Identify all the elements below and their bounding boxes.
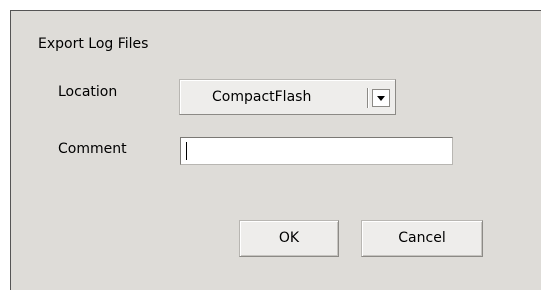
dropdown-separator xyxy=(367,88,368,108)
cancel-button[interactable]: Cancel xyxy=(361,220,483,257)
comment-input[interactable] xyxy=(180,137,453,165)
location-dropdown[interactable]: CompactFlash xyxy=(179,79,396,115)
chevron-down-icon[interactable] xyxy=(372,89,390,107)
location-selected-value: CompactFlash xyxy=(212,89,312,105)
dialog-title: Export Log Files xyxy=(38,36,149,52)
comment-label: Comment xyxy=(58,141,127,157)
ok-button[interactable]: OK xyxy=(239,220,339,257)
text-caret xyxy=(186,142,187,160)
export-log-dialog: Export Log Files Location CompactFlash C… xyxy=(10,10,541,290)
location-label: Location xyxy=(58,84,118,100)
